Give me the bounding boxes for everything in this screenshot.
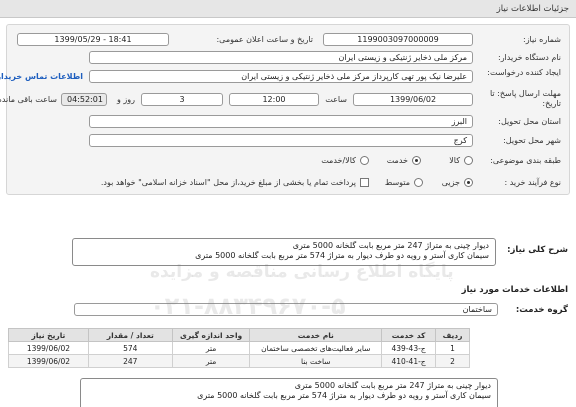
time-remaining-label: ساعت باقی مانده bbox=[0, 95, 57, 104]
cell-code: ج-43-439 bbox=[381, 341, 437, 355]
process-type-label: نوع فرآیند خرید : bbox=[504, 178, 561, 187]
col-header-qty: تعداد / مقدار bbox=[87, 328, 173, 342]
services-section-title: اطلاعات خدمات مورد نیاز bbox=[461, 285, 568, 295]
table-header-row: ردیف کد خدمت نام خدمت واحد اندازه گیری ت… bbox=[8, 328, 470, 342]
buyer-org-field[interactable]: مرکز ملی ذخایر ژنتیکی و زیستی ایران bbox=[89, 51, 473, 64]
cell-row: 1 bbox=[435, 341, 470, 355]
category-service-label: خدمت bbox=[386, 156, 408, 165]
buyer-notes-line: دیوار چینی به متراژ 247 متر مربع بابت گل… bbox=[294, 381, 491, 390]
treasury-payment-note: پرداخت تمام یا بخشی از مبلغ خرید،از محل … bbox=[100, 178, 356, 187]
category-label: طبقه بندی موضوعی: bbox=[490, 156, 561, 165]
buyer-notes-line: سیمان کاری آستر و رویه دو طرف دیوار به م… bbox=[197, 391, 491, 400]
cell-date: 1399/06/02 bbox=[8, 354, 89, 368]
col-header-name: نام خدمت bbox=[249, 328, 383, 342]
cell-row: 2 bbox=[435, 354, 470, 368]
city-field[interactable]: کرج bbox=[89, 134, 473, 147]
province-label: استان محل تحویل: bbox=[498, 117, 561, 126]
col-header-row: ردیف bbox=[435, 328, 470, 342]
cell-name: ساخت بنا bbox=[249, 354, 383, 368]
summary-line: دیوار چینی به متراژ 247 متر مربع بابت گل… bbox=[292, 241, 489, 250]
deadline-date-field[interactable]: 1399/06/02 bbox=[353, 93, 473, 106]
page-header: جزئیات اطلاعات نیاز bbox=[0, 0, 576, 18]
summary-label: شرح کلی نیاز: bbox=[507, 245, 568, 255]
category-goods-service-radio[interactable] bbox=[360, 156, 369, 165]
treasury-payment-checkbox[interactable] bbox=[360, 178, 369, 187]
category-goods-radio[interactable] bbox=[464, 156, 473, 165]
service-group-label: گروه خدمت: bbox=[515, 305, 568, 315]
buyer-contact-link[interactable]: اطلاعات تماس خریدار bbox=[0, 72, 83, 81]
col-header-unit: واحد اندازه گیری bbox=[171, 328, 251, 342]
creator-label: ایجاد کننده درخواست: bbox=[487, 68, 561, 77]
need-number-label: شماره نیاز: bbox=[523, 35, 561, 44]
category-goods-service-label: کالا/خدمت bbox=[321, 156, 356, 165]
process-medium-radio[interactable] bbox=[414, 178, 423, 187]
city-label: شهر محل تحویل: bbox=[503, 136, 561, 145]
cell-date: 1399/06/02 bbox=[8, 341, 89, 355]
table-row[interactable]: 2 ج-41-410 ساخت بنا متر 247 1399/06/02 bbox=[8, 354, 470, 368]
cell-qty: 574 bbox=[87, 341, 173, 355]
services-table: ردیف کد خدمت نام خدمت واحد اندازه گیری ت… bbox=[8, 328, 470, 368]
days-remaining-field[interactable]: 3 bbox=[141, 93, 223, 106]
deadline-time-label: ساعت bbox=[325, 95, 347, 104]
announce-datetime-label: تاریخ و ساعت اعلان عمومی: bbox=[216, 35, 313, 44]
cell-qty: 247 bbox=[87, 354, 173, 368]
buyer-notes-box: دیوار چینی به متراژ 247 متر مربع بابت گل… bbox=[80, 378, 498, 407]
summary-line: سیمان کاری آستر و رویه دو طرف دیوار به م… bbox=[195, 251, 489, 260]
buyer-org-label: نام دستگاه خریدار: bbox=[498, 53, 561, 62]
summary-box: دیوار چینی به متراژ 247 متر مربع بابت گل… bbox=[72, 238, 496, 266]
process-partial-radio[interactable] bbox=[464, 178, 473, 187]
announce-datetime-field[interactable]: 1399/05/29 - 18:41 bbox=[17, 33, 169, 46]
need-number-field[interactable]: 1199003097000009 bbox=[323, 33, 473, 46]
time-remaining-field: 04:52:01 bbox=[61, 93, 107, 106]
page-title: جزئیات اطلاعات نیاز bbox=[496, 4, 569, 14]
process-medium-label: متوسط bbox=[384, 178, 410, 187]
cell-name: سایر فعالیت‌های تخصصی ساختمان bbox=[249, 341, 383, 355]
cell-unit: متر bbox=[171, 354, 251, 368]
col-header-code: کد خدمت bbox=[381, 328, 437, 342]
creator-field[interactable]: علیرضا نیک پور تهی کارپرداز مرکز ملی ذخا… bbox=[89, 70, 473, 83]
need-details-page: جزئیات اطلاعات نیاز شماره نیاز: 11990030… bbox=[0, 0, 576, 407]
category-goods-label: کالا bbox=[449, 156, 460, 165]
deadline-label: مهلت ارسال پاسخ: تا تاریخ: bbox=[489, 89, 561, 108]
table-row[interactable]: 1 ج-43-439 سایر فعالیت‌های تخصصی ساختمان… bbox=[8, 341, 470, 355]
province-field[interactable]: البرز bbox=[89, 115, 473, 128]
service-group-field[interactable]: ساختمان bbox=[74, 303, 498, 316]
process-partial-label: جزیی bbox=[441, 178, 460, 187]
col-header-date: تاریخ نیاز bbox=[8, 328, 89, 342]
days-remaining-label: روز و bbox=[117, 95, 135, 104]
cell-unit: متر bbox=[171, 341, 251, 355]
need-info-panel: شماره نیاز: 1199003097000009 تاریخ و ساع… bbox=[0, 24, 570, 195]
deadline-time-field[interactable]: 12:00 bbox=[229, 93, 319, 106]
category-service-radio[interactable] bbox=[412, 156, 421, 165]
cell-code: ج-41-410 bbox=[381, 354, 437, 368]
